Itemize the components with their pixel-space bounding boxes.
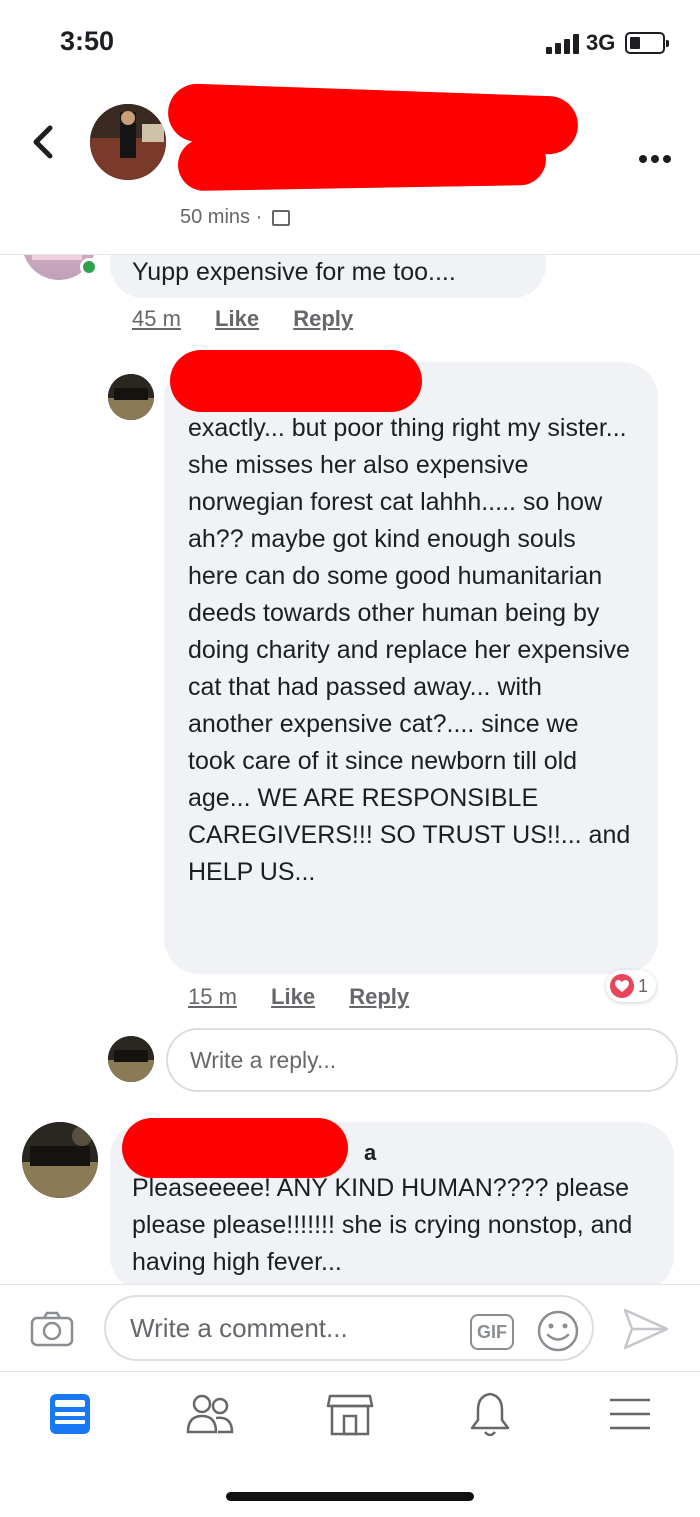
tab-notifications[interactable]	[460, 1390, 520, 1440]
commenter-name-fragment: a	[364, 1140, 377, 1165]
back-button[interactable]	[28, 122, 60, 162]
more-options-button[interactable]	[638, 138, 672, 172]
comment-composer: Write a comment...	[0, 1284, 700, 1372]
notifications-icon	[470, 1392, 510, 1437]
redacted-group-name	[177, 132, 547, 192]
online-status-indicator	[80, 258, 98, 276]
reaction-count: 1	[638, 975, 649, 996]
reaction-summary[interactable]: 1	[606, 970, 657, 1002]
send-button[interactable]	[622, 1306, 670, 1352]
tab-marketplace[interactable]	[320, 1390, 380, 1440]
reply-button[interactable]: Reply	[293, 306, 353, 331]
comment-bubble: exactly... but poor thing right my siste…	[164, 362, 658, 974]
reply-button[interactable]: Reply	[349, 984, 409, 1009]
redacted-commenter-name	[170, 350, 422, 412]
group-privacy-icon	[271, 209, 290, 226]
status-time: 3:50	[60, 26, 115, 56]
gif-button[interactable]: GIF	[470, 1314, 514, 1350]
camera-button[interactable]	[30, 1311, 74, 1347]
home-indicator	[226, 1492, 474, 1501]
network-type: 3G	[586, 30, 616, 55]
comment-actions: 15 m Like Reply	[188, 984, 437, 1010]
tab-friends[interactable]	[180, 1390, 240, 1440]
like-button[interactable]: Like	[271, 984, 315, 1009]
post-header: 50 mins ·	[0, 80, 700, 255]
redacted-commenter-name	[122, 1118, 348, 1178]
meta-separator: ·	[255, 206, 263, 228]
commenter-avatar[interactable]	[108, 374, 154, 420]
smiley-icon	[537, 1310, 579, 1352]
battery-icon	[625, 32, 669, 54]
camera-icon	[30, 1311, 74, 1347]
heart-icon	[610, 974, 634, 998]
post-meta: 50 mins ·	[180, 206, 290, 229]
comment-text: exactly... but poor thing right my siste…	[188, 414, 631, 886]
comment-time[interactable]: 15 m	[188, 984, 237, 1009]
tab-news-feed[interactable]	[40, 1390, 100, 1440]
commenter-avatar[interactable]	[22, 1122, 98, 1198]
post-time: 50 mins	[180, 206, 251, 228]
like-button[interactable]: Like	[215, 306, 259, 331]
friends-icon	[186, 1394, 234, 1434]
signal-icon	[546, 34, 580, 54]
status-bar: 3:50 3G	[0, 0, 700, 80]
more-horizontal-icon	[639, 155, 671, 163]
comment-input[interactable]: Write a comment...	[104, 1295, 594, 1361]
chevron-left-icon	[33, 125, 53, 159]
current-user-avatar	[108, 1036, 154, 1082]
menu-icon	[610, 1398, 650, 1430]
comment-actions: 45 m Like Reply	[132, 306, 381, 332]
comment-text: Yupp expensive for me too....	[132, 258, 456, 286]
send-icon	[623, 1308, 669, 1350]
reply-input[interactable]: Write a reply...	[166, 1028, 678, 1092]
marketplace-icon	[326, 1394, 374, 1436]
author-avatar[interactable]	[90, 104, 166, 180]
news-feed-icon	[50, 1394, 90, 1434]
comment-time[interactable]: 45 m	[132, 306, 181, 331]
comment-text: Pleaseeeee! ANY KIND HUMAN???? please pl…	[132, 1174, 633, 1276]
tab-menu[interactable]	[600, 1390, 660, 1440]
emoji-button[interactable]	[536, 1309, 580, 1353]
